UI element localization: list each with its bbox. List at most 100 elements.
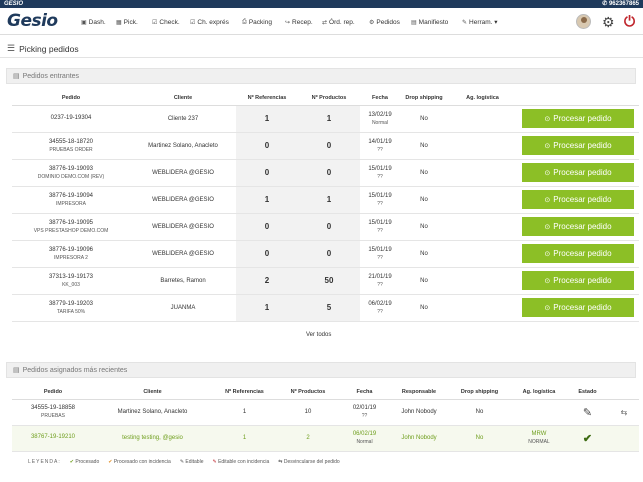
nav-manifiesto[interactable]: ▤ Manifiesto [411,17,448,27]
legend-key: LEYENDA: [28,459,61,465]
assigned-panel-title: Pedidos asignados más recientes [22,366,128,374]
nav-ord-rep[interactable]: ⇄ Órd. rep. [322,17,355,27]
client-name: Martinez Solano, Anacleto [94,399,211,426]
nav-packing[interactable]: ⎙ Packing [242,17,272,27]
drop-shipping: No [400,267,448,295]
order-priority: ?? [377,281,383,288]
order-id[interactable]: 38767-19-19210 [31,434,75,440]
process-order-button[interactable]: ⊙ Procesar pedido [522,217,634,236]
products-count: 2 [278,425,338,452]
process-order-button[interactable]: ⊙ Procesar pedido [522,109,634,128]
unlink-cell [609,425,639,452]
check-icon[interactable]: ✔ [583,433,592,445]
status-cell: ✎ [566,399,609,426]
order-priority: ?? [377,200,383,207]
check-icon: ✔ [69,459,74,465]
nav-check[interactable]: ☑ Check. [152,17,180,27]
drop-shipping: No [400,132,448,160]
refs-count: 0 [236,159,298,187]
action-cell: ⊙ Procesar pedido [517,267,639,295]
order-date: 21/01/19 [368,273,392,280]
drop-shipping: No [400,294,448,322]
legend-item: ⇆ Desvincularse del pedido [278,459,340,465]
nav-herram-dropdown[interactable]: ✎ Herram. ▾ [462,17,498,27]
order-id[interactable]: 38776-19-19094 [49,193,93,199]
responsible: John Nobody [391,425,447,452]
order-priority: ?? [377,227,383,234]
table-row: 38776-19-19094 IMPRESORA WEBLIDERA @GESIO 1… [12,186,639,214]
top-strip-phone: ✆ 962367865 [602,1,639,7]
action-cell: ⊙ Procesar pedido [517,159,639,187]
order-id[interactable]: 37313-19-19173 [49,274,93,280]
nav-pick[interactable]: ▦ Pick. [116,17,138,27]
refs-count: 2 [236,267,298,295]
assigned-panel-header: ▤ Pedidos asignados más recientes [6,362,636,378]
order-priority: Normal [371,119,389,126]
brand-logo[interactable]: Gesio [7,11,58,31]
logistics-agency: MRW [531,431,547,437]
process-order-button[interactable]: ⊙ Procesar pedido [522,271,634,290]
order-cell: 38776-19-19095 VPS PRESTASHOP DEMO.COM [12,213,130,241]
order-id[interactable]: 38776-19-19093 [49,166,93,172]
drop-shipping: No [447,425,512,452]
pencil-icon[interactable]: ✎ [583,407,592,419]
order-ref: PRUEBAS [41,413,65,419]
logistics-agency [448,105,517,133]
button-label: Procesar pedido [553,303,612,312]
nav-dash[interactable]: ▣ Dash. [81,17,106,27]
process-order-button[interactable]: ⊙ Procesar pedido [522,244,634,263]
power-icon[interactable]: ⏻ [624,13,635,30]
col-header: Drop shipping [400,92,448,106]
gear-icon[interactable]: ⚙ [602,14,615,31]
client-name: WEBLIDERA @GESIO [130,213,236,241]
order-date: 15/01/19 [368,165,392,172]
nav-label: Recep. [292,18,313,26]
nav-label: Manifiesto [418,18,449,26]
nav-pedidos[interactable]: ⚙ Pedidos [369,17,400,27]
nav-check-expres[interactable]: ☑ Ch. exprés [190,17,229,27]
order-id[interactable]: 0237-19-19304 [51,115,92,121]
table-header-row: Pedido Cliente Nº Referencias Nº Product… [12,386,639,400]
col-header: Fecha [338,386,391,400]
button-label: Procesar pedido [553,195,612,204]
table-row: 38776-19-19093 DOMINIO DEMO.COM (REV) WEBL… [12,159,639,187]
client-name: Cliente 237 [130,105,236,133]
order-date: 13/02/19 [368,111,392,118]
logistics-agency [448,159,517,187]
button-label: Procesar pedido [553,249,612,258]
products-count: 0 [298,240,360,268]
products-count: 0 [298,132,360,160]
list-icon: ☰ [7,43,16,53]
order-id[interactable]: 38776-19-19096 [49,247,93,253]
order-priority: ?? [377,254,383,261]
drop-shipping: No [400,105,448,133]
process-order-button[interactable]: ⊙ Procesar pedido [522,163,634,182]
order-id[interactable]: 34555-19-18858 [31,405,75,411]
process-order-button[interactable]: ⊙ Procesar pedido [522,190,634,209]
order-cell: 37313-19-19173 KK_003 [12,267,130,295]
date-cell: 21/01/19?? [360,267,400,295]
nav-label: Órd. rep. [329,18,355,26]
order-id[interactable]: 34555-18-18720 [49,139,93,145]
order-cell: 34555-18-18720 PRUEBAS ORDER [12,132,130,160]
play-circle-icon: ⊙ [544,223,551,231]
process-order-button[interactable]: ⊙ Procesar pedido [522,298,634,317]
order-ref: DOMINIO DEMO.COM (REV) [37,173,105,180]
unlink-icon[interactable]: ⇆ [621,408,628,417]
date-cell: 15/01/19?? [360,186,400,214]
table-row: 38776-19-19095 VPS PRESTASHOP DEMO.COM WEB… [12,213,639,241]
order-ref: IMPRESORA 2 [54,254,88,261]
process-order-button[interactable]: ⊙ Procesar pedido [522,136,634,155]
legend-item: ✔ Procesado [69,459,100,465]
logistics-service: NORMAL [528,439,550,445]
order-id[interactable]: 38779-19-19203 [49,301,93,307]
order-id[interactable]: 38776-19-19095 [49,220,93,226]
order-cell: 38776-19-19093 DOMINIO DEMO.COM (REV) [12,159,130,187]
incoming-panel-header: ▤ Pedidos entrantes [6,68,636,84]
refs-count: 0 [236,132,298,160]
user-avatar[interactable] [576,14,591,29]
nav-recep[interactable]: ↪ Recep. [285,17,313,27]
see-all-link[interactable]: Ver todos [306,332,331,338]
check-icon: ☑ [190,19,196,26]
date-cell: 15/01/19?? [360,213,400,241]
